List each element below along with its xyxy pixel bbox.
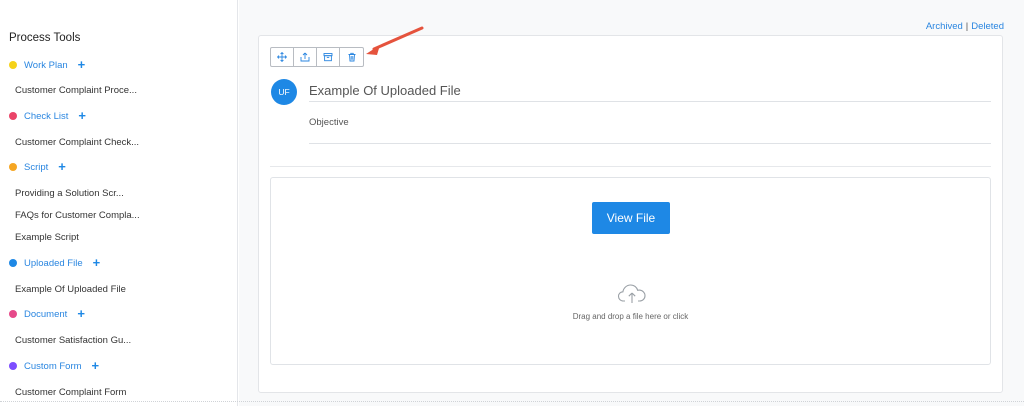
list-item[interactable]: Example Of Uploaded File bbox=[15, 284, 126, 295]
category-label[interactable]: Custom Form bbox=[24, 361, 82, 372]
category-label[interactable]: Document bbox=[24, 309, 67, 320]
dot-icon bbox=[9, 163, 17, 171]
category-label[interactable]: Script bbox=[24, 162, 48, 173]
add-work-plan-button[interactable]: + bbox=[78, 58, 86, 71]
dot-icon bbox=[9, 362, 17, 370]
category-label[interactable]: Uploaded File bbox=[24, 258, 83, 269]
list-item[interactable]: FAQs for Customer Compla... bbox=[15, 210, 140, 221]
add-check-list-button[interactable]: + bbox=[78, 109, 86, 122]
add-uploaded-file-button[interactable]: + bbox=[93, 256, 101, 269]
dropzone-hint: Drag and drop a file here or click bbox=[572, 312, 689, 321]
dot-icon bbox=[9, 112, 17, 120]
list-item[interactable]: Example Script bbox=[15, 232, 79, 243]
sidebar: Process Tools Work Plan + Customer Compl… bbox=[0, 0, 238, 406]
list-item[interactable]: Customer Complaint Check... bbox=[15, 137, 139, 148]
list-item[interactable]: Customer Satisfaction Gu... bbox=[15, 335, 131, 346]
dot-icon bbox=[9, 61, 17, 69]
add-document-button[interactable]: + bbox=[77, 307, 85, 320]
sidebar-title: Process Tools bbox=[9, 32, 81, 44]
category-custom-form[interactable]: Custom Form + bbox=[9, 359, 99, 373]
category-work-plan[interactable]: Work Plan + bbox=[9, 58, 85, 72]
add-script-button[interactable]: + bbox=[58, 160, 66, 173]
list-item[interactable]: Customer Complaint Proce... bbox=[15, 85, 137, 96]
add-custom-form-button[interactable]: + bbox=[92, 359, 100, 372]
category-check-list[interactable]: Check List + bbox=[9, 109, 86, 123]
dot-icon bbox=[9, 310, 17, 318]
category-label[interactable]: Check List bbox=[24, 111, 68, 122]
category-uploaded-file[interactable]: Uploaded File + bbox=[9, 256, 100, 270]
category-document[interactable]: Document + bbox=[9, 307, 85, 321]
bottom-divider bbox=[0, 401, 1024, 406]
dropzone-hint-wrap: Drag and drop a file here or click bbox=[270, 0, 991, 406]
list-item[interactable]: Providing a Solution Scr... bbox=[15, 188, 124, 199]
category-label[interactable]: Work Plan bbox=[24, 60, 68, 71]
dot-icon bbox=[9, 259, 17, 267]
category-script[interactable]: Script + bbox=[9, 160, 66, 174]
list-item[interactable]: Customer Complaint Form bbox=[15, 387, 126, 398]
